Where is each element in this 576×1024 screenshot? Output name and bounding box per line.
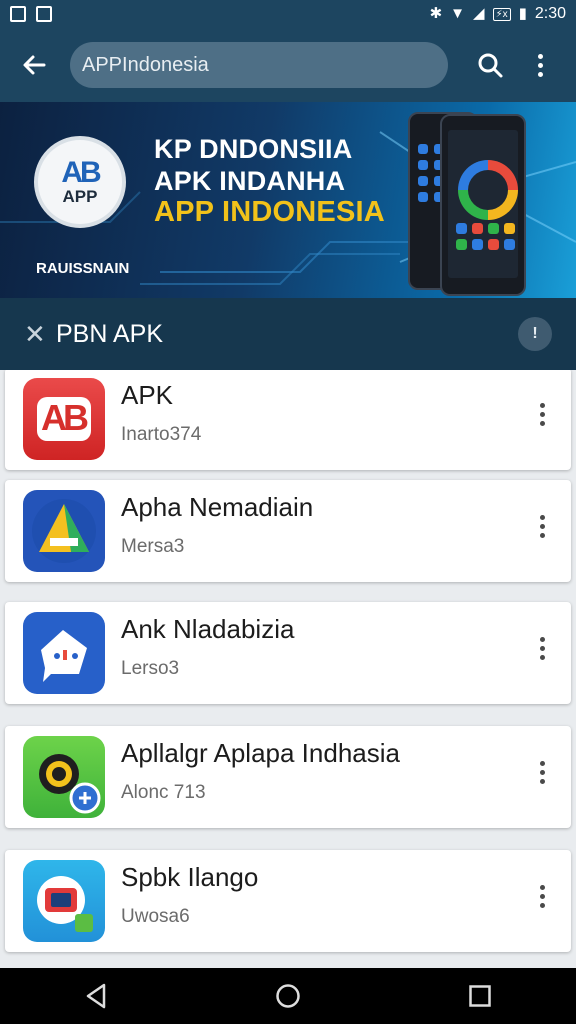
nav-back-icon[interactable] xyxy=(76,976,116,1016)
list-item[interactable]: AB APK Inarto374 xyxy=(5,370,571,470)
nav-home-icon[interactable] xyxy=(268,976,308,1016)
nav-recents-icon[interactable] xyxy=(460,976,500,1016)
back-button[interactable] xyxy=(12,43,56,87)
info-button[interactable]: ! xyxy=(518,317,552,351)
app-subtitle: Mersa3 xyxy=(121,536,185,557)
app-name: Ank Nladabizia xyxy=(121,614,295,644)
close-icon[interactable]: ✕ xyxy=(24,319,46,350)
chat-bubble-icon xyxy=(23,612,105,694)
clock: 2:30 xyxy=(534,5,566,22)
item-menu-button[interactable] xyxy=(535,752,549,792)
triangle-a-icon xyxy=(23,490,105,572)
search-button[interactable] xyxy=(472,47,508,83)
tv-icon xyxy=(23,860,105,942)
logo-text: APP xyxy=(62,187,98,206)
list-item[interactable]: Spbk Ilango Uwosa6 xyxy=(5,850,571,952)
battery-icon: ▮ xyxy=(518,5,527,22)
bluetooth-icon: ✱ xyxy=(429,5,443,22)
calendar-icon xyxy=(36,6,52,22)
app-indonesia-logo: AB APP xyxy=(34,136,126,228)
search-input[interactable]: APPIndonesia xyxy=(70,42,448,88)
search-input-value: APPIndonesia xyxy=(82,53,209,76)
section-title: PBN APK xyxy=(56,319,163,348)
banner-headline-3: APP INDONESIA xyxy=(154,196,385,228)
banner-headline-2: APK INDANHA xyxy=(154,166,346,196)
app-name: Spbk Ilango xyxy=(121,862,259,892)
app-subtitle: Alonc 713 xyxy=(121,782,206,803)
item-menu-button[interactable] xyxy=(535,876,549,916)
logo-letters: AB xyxy=(61,156,101,189)
list-item[interactable]: Apllalgr Aplapa Indhasia Alonc 713 xyxy=(5,726,571,828)
banner-caption: RAUISSNAIN xyxy=(36,260,130,277)
search-icon xyxy=(478,53,503,78)
app-bar: APPIndonesia xyxy=(0,28,576,102)
app-subtitle: Lerso3 xyxy=(121,658,180,679)
arrow-left-icon xyxy=(23,55,46,75)
app-name: Apllalgr Aplapa Indhasia xyxy=(121,738,400,768)
wifi-icon: ▼ xyxy=(450,5,466,22)
app-name: Apha Nemadiain xyxy=(121,492,314,522)
banner-headline-1: KP DNDONSIIA xyxy=(154,134,353,164)
navigation-bar xyxy=(0,968,576,1024)
phone-illustration-front xyxy=(440,114,526,296)
item-menu-button[interactable] xyxy=(535,394,549,434)
gallery-icon xyxy=(10,6,26,22)
item-menu-button[interactable] xyxy=(535,506,549,546)
ab-logo-icon: AB xyxy=(23,378,105,460)
section-header: ✕ PBN APK ! xyxy=(0,298,576,370)
battery-saver-badge: ⚡x xyxy=(492,7,511,21)
status-bar: ✱ ▼ ◢ ⚡x ▮ 2:30 xyxy=(0,0,576,28)
camera-lens-icon xyxy=(23,736,105,818)
app-name: APK xyxy=(121,380,174,410)
play-logo-icon xyxy=(458,160,518,220)
more-vert-icon[interactable] xyxy=(528,47,552,83)
app-subtitle: Inarto374 xyxy=(121,424,202,445)
item-menu-button[interactable] xyxy=(535,628,549,668)
list-item[interactable]: Ank Nladabizia Lerso3 xyxy=(5,602,571,704)
app-subtitle: Uwosa6 xyxy=(121,906,190,927)
signal-icon: ◢ xyxy=(473,5,485,22)
list-item[interactable]: Apha Nemadiain Mersa3 xyxy=(5,480,571,582)
app-list: AB APK Inarto374 Apha Nemadiain Mersa3 A… xyxy=(0,370,576,968)
